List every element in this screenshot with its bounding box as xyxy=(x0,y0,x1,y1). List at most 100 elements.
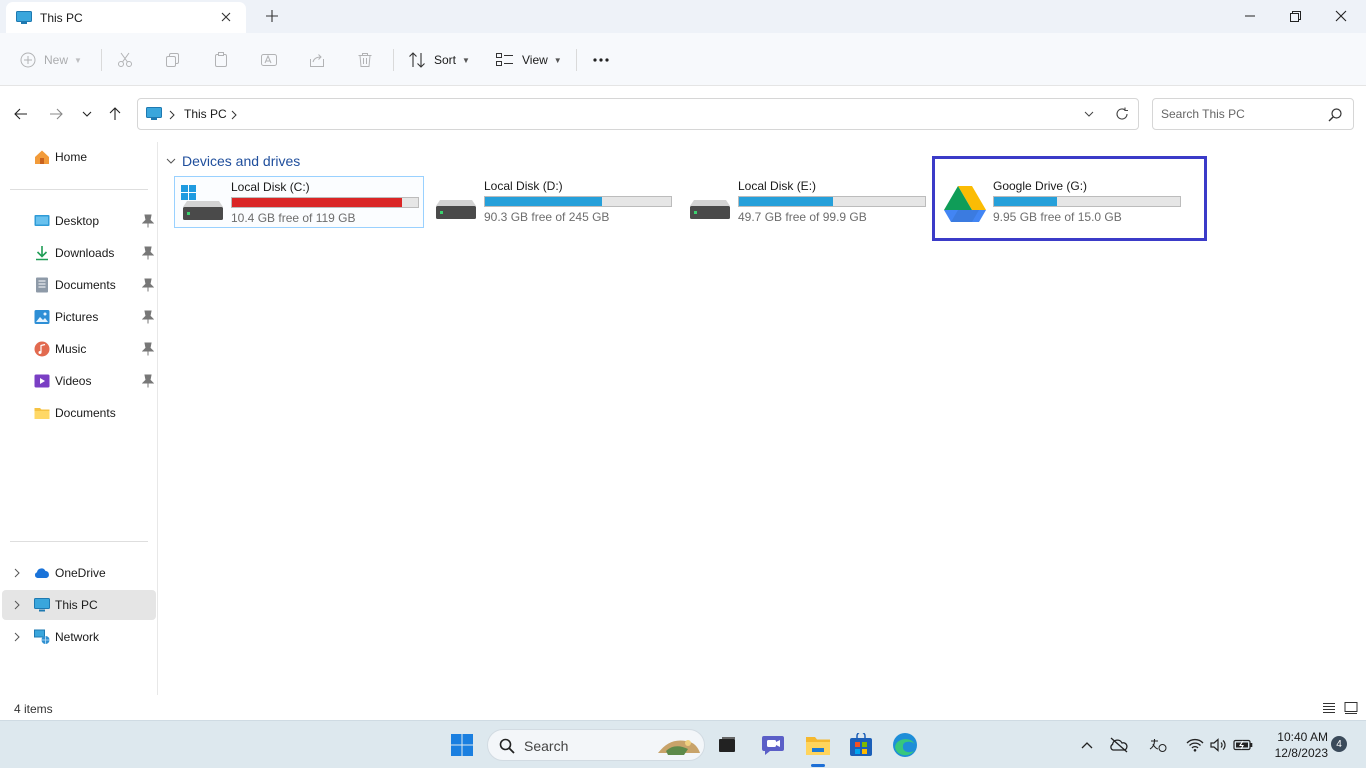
drive-usage-bar xyxy=(738,196,926,207)
sidebar-item-documents[interactable]: Documents xyxy=(2,270,156,300)
drive-d[interactable]: Local Disk (D:) 90.3 GB free of 245 GB xyxy=(428,176,678,228)
sidebar-item-music[interactable]: Music xyxy=(2,334,156,364)
sidebar-item-onedrive[interactable]: OneDrive xyxy=(2,558,156,588)
volume-tray-button[interactable] xyxy=(1209,735,1229,755)
cut-button[interactable] xyxy=(117,47,133,73)
edge-browser-button[interactable] xyxy=(889,729,921,761)
view-icon xyxy=(496,53,513,66)
arrow-right-icon xyxy=(50,108,63,120)
share-button[interactable] xyxy=(309,47,325,73)
view-button[interactable]: View ▼ xyxy=(496,47,562,73)
view-label: View xyxy=(522,53,548,67)
up-button[interactable] xyxy=(104,104,126,124)
restore-icon xyxy=(1289,10,1301,22)
drive-free-space: 90.3 GB free of 245 GB xyxy=(484,210,610,224)
chevron-right-icon[interactable] xyxy=(231,110,237,120)
forward-button[interactable] xyxy=(45,104,67,124)
show-hidden-icons-button[interactable] xyxy=(1077,735,1097,755)
address-bar[interactable]: This PC xyxy=(137,98,1139,130)
close-window-button[interactable] xyxy=(1318,0,1364,32)
pin-icon[interactable] xyxy=(142,342,154,356)
pin-icon[interactable] xyxy=(142,246,154,260)
windows-drive-icon xyxy=(181,185,223,220)
sidebar-item-label: Documents xyxy=(55,406,116,420)
divider xyxy=(10,189,148,190)
sidebar-item-label: Downloads xyxy=(55,246,115,260)
tab-title: This PC xyxy=(40,10,83,25)
folder-icon xyxy=(34,408,50,419)
chevron-right-icon[interactable] xyxy=(169,110,175,120)
back-button[interactable] xyxy=(10,104,32,124)
chevron-right-icon[interactable] xyxy=(11,598,23,612)
restore-button[interactable] xyxy=(1272,0,1318,32)
drive-e[interactable]: Local Disk (E:) 49.7 GB free of 99.9 GB xyxy=(682,176,932,228)
microsoft-store-button[interactable] xyxy=(845,729,877,761)
task-view-button[interactable] xyxy=(711,729,743,761)
sidebar-item-pictures[interactable]: Pictures xyxy=(2,302,156,332)
drive-usage-bar xyxy=(231,197,419,208)
refresh-icon[interactable] xyxy=(1115,107,1129,121)
downloads-icon xyxy=(36,246,48,261)
sidebar-item-downloads[interactable]: Downloads xyxy=(2,238,156,268)
section-title: Devices and drives xyxy=(182,153,301,169)
new-tab-button[interactable] xyxy=(262,6,282,26)
battery-charging-icon xyxy=(1233,739,1253,751)
sidebar-item-label: OneDrive xyxy=(55,566,106,580)
see-more-button[interactable] xyxy=(592,47,610,73)
sidebar-item-network[interactable]: Network xyxy=(2,622,156,652)
pin-icon[interactable] xyxy=(142,214,154,228)
pin-icon[interactable] xyxy=(142,374,154,388)
sidebar-item-desktop[interactable]: Desktop xyxy=(2,206,156,236)
language-tray-button[interactable] xyxy=(1148,735,1168,755)
pin-icon[interactable] xyxy=(142,310,154,324)
sidebar-item-label: Music xyxy=(55,342,87,356)
search-icon xyxy=(1328,108,1342,122)
teams-chat-button[interactable] xyxy=(757,729,789,761)
search-input[interactable] xyxy=(1161,105,1321,123)
close-tab-icon[interactable] xyxy=(218,9,234,25)
share-icon xyxy=(310,54,324,67)
trash-icon xyxy=(358,53,372,67)
pin-icon[interactable] xyxy=(142,278,154,292)
taskbar-search-box[interactable]: Search xyxy=(487,729,705,761)
copy-button[interactable] xyxy=(165,47,181,73)
clock[interactable]: 10:40 AM 12/8/2023 xyxy=(1262,729,1328,761)
drive-usage-bar xyxy=(484,196,672,207)
chevron-down-icon[interactable] xyxy=(1084,111,1094,117)
network-icon xyxy=(34,629,50,644)
new-button[interactable]: New ▼ xyxy=(20,47,82,73)
sidebar-item-home[interactable]: Home xyxy=(2,142,156,172)
breadcrumb-this-pc[interactable]: This PC xyxy=(184,107,227,121)
chevron-down-icon: ▼ xyxy=(462,55,470,65)
close-icon xyxy=(1335,10,1347,22)
chevron-right-icon[interactable] xyxy=(11,566,23,580)
rename-button[interactable] xyxy=(261,47,277,73)
item-count: 4 items xyxy=(14,702,53,716)
clock-date: 12/8/2023 xyxy=(1274,746,1328,760)
sort-button[interactable]: Sort ▼ xyxy=(408,47,470,73)
paste-icon xyxy=(215,52,227,67)
onedrive-tray-button[interactable] xyxy=(1109,735,1129,755)
paste-button[interactable] xyxy=(213,47,229,73)
sidebar-item-videos[interactable]: Videos xyxy=(2,366,156,396)
file-explorer-button[interactable] xyxy=(802,729,834,761)
notification-badge[interactable]: 4 xyxy=(1331,736,1347,752)
search-box[interactable] xyxy=(1152,98,1354,130)
sidebar-item-this-pc[interactable]: This PC xyxy=(2,590,156,620)
drive-c[interactable]: Local Disk (C:) 10.4 GB free of 119 GB xyxy=(174,176,424,228)
minimize-button[interactable] xyxy=(1227,0,1273,32)
devices-and-drives-header[interactable]: Devices and drives xyxy=(166,152,300,170)
drive-usage-fill xyxy=(485,197,603,206)
chevron-right-icon[interactable] xyxy=(11,630,23,644)
sidebar-item-documents-folder[interactable]: Documents xyxy=(2,398,156,428)
details-view-icon[interactable] xyxy=(1322,701,1336,715)
delete-button[interactable] xyxy=(357,47,373,73)
wifi-tray-button[interactable] xyxy=(1185,735,1205,755)
sidebar-item-label: Desktop xyxy=(55,214,100,228)
scissors-icon xyxy=(118,52,132,67)
battery-tray-button[interactable] xyxy=(1233,735,1253,755)
tiles-view-icon[interactable] xyxy=(1344,701,1358,715)
tab-this-pc[interactable]: This PC xyxy=(6,2,246,33)
recent-locations-button[interactable] xyxy=(76,104,98,124)
start-button[interactable] xyxy=(446,729,478,761)
